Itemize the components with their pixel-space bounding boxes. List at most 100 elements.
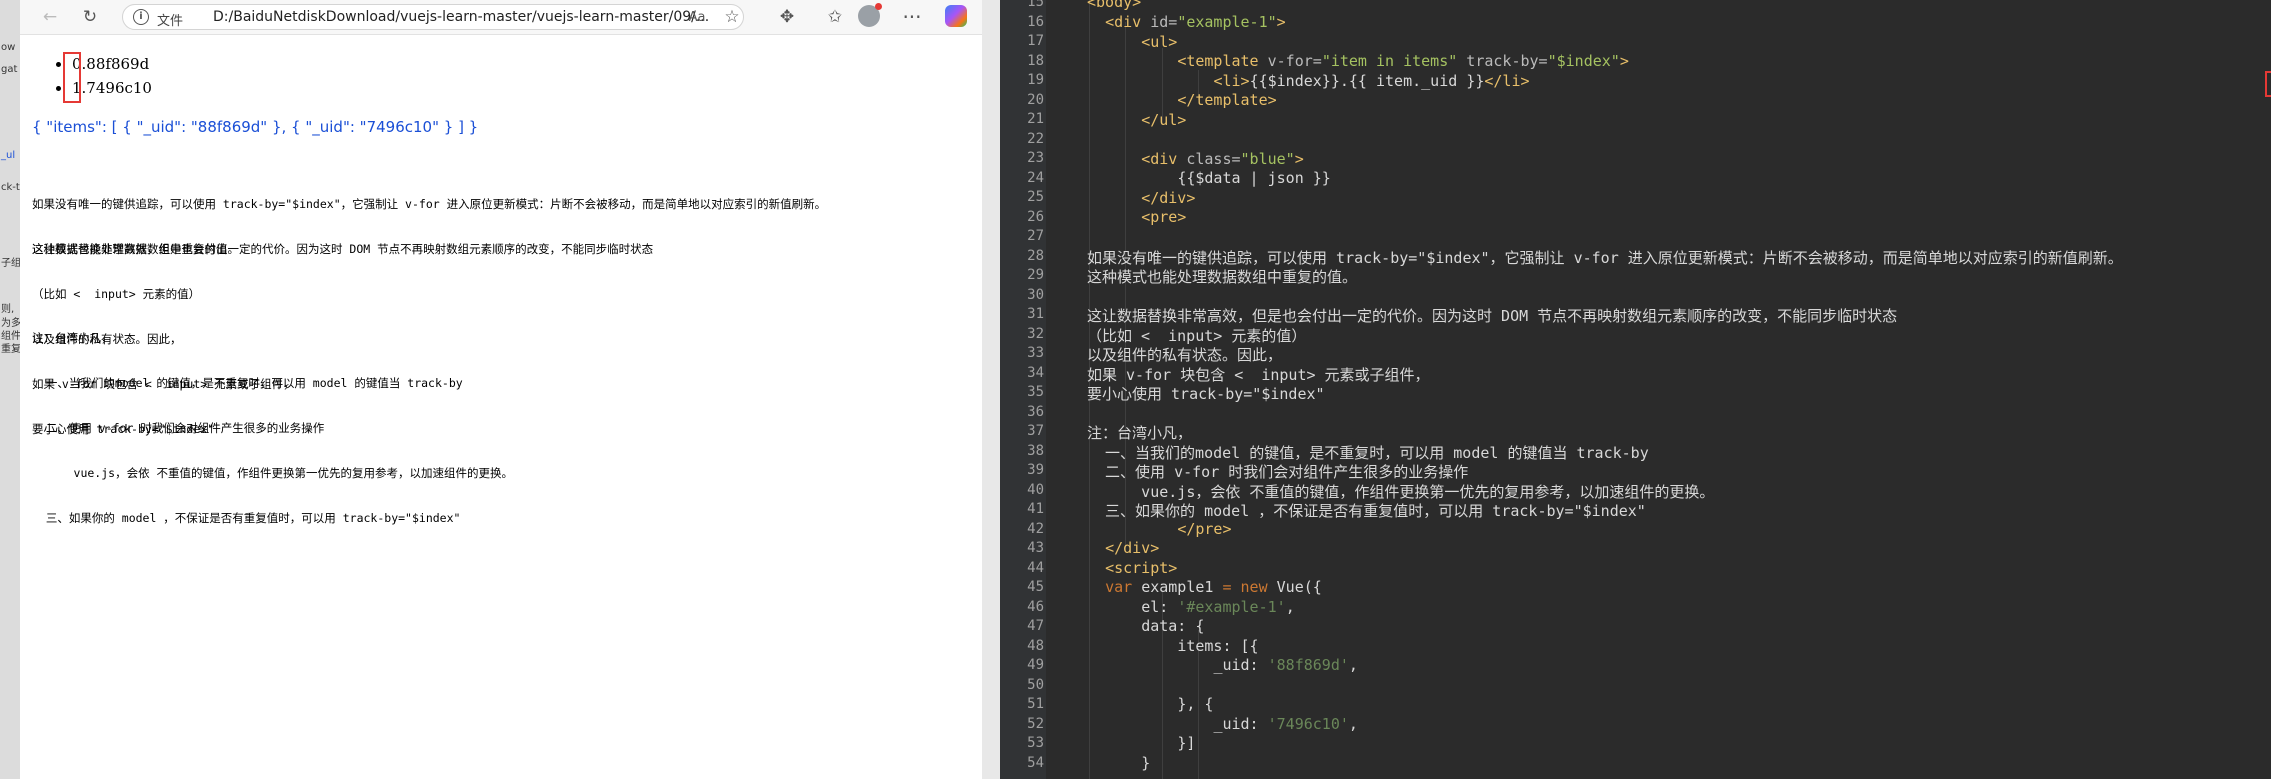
code-token: >	[1619, 52, 1629, 70]
info-icon[interactable]: i	[133, 9, 149, 25]
code-line-34: 如果 v-for 块包含 < input> 元素或子组件，	[1087, 366, 1430, 384]
read-aloud-icon[interactable]: Aa	[685, 5, 709, 29]
line-number: 38	[1027, 442, 1044, 459]
code-token: el:	[1141, 598, 1178, 616]
page-viewport: 0.88f869d 1.7496c10 { "items": [ { "_uid…	[20, 35, 982, 779]
code-token: "item in items"	[1321, 52, 1458, 70]
code-token: "example-1"	[1177, 13, 1277, 31]
code-editor[interactable]: 15 16 17 18 19 20 21 22 23 24 25 26 27 28 29 30 31 32 33 34…	[1000, 0, 2271, 779]
copilot-icon[interactable]	[945, 5, 967, 27]
pre-line: 二、使用 v-for 时我们会对组件产生很多的业务操作	[32, 421, 325, 435]
index-highlight-box	[2265, 71, 2271, 97]
code-token: <div	[1141, 150, 1187, 168]
line-number: 54	[1027, 754, 1044, 771]
line-number: 35	[1027, 384, 1044, 400]
address-bar[interactable]: i 文件 D:/BaiduNetdiskDownload/vuejs-learn…	[122, 4, 744, 30]
code-token: example1	[1141, 578, 1223, 596]
edge-fragment: ow	[1, 42, 16, 53]
code-token: </template>	[1177, 91, 1277, 109]
pre-line: 三、如果你的 model ，不保证是否有重复值时，可以用 track-by="$…	[32, 511, 461, 525]
line-number: 21	[1027, 111, 1044, 127]
profile-icon[interactable]	[858, 3, 882, 27]
code-line-54: }	[1087, 754, 1150, 772]
code-line-28: 如果没有唯一的键供追踪，可以使用 track-by="$index"，它强制让 …	[1087, 249, 2123, 267]
line-number-gutter: 15 16 17 18 19 20 21 22 23 24 25 26 27 28 29 30 31 32 33 34…	[1000, 0, 1046, 779]
line-number: 50	[1027, 676, 1044, 693]
code-token: ,	[1285, 598, 1295, 616]
code-line-45: var example1 = new Vue({	[1087, 578, 1322, 596]
edge-fragment: 子组	[1, 258, 21, 269]
favorite-icon[interactable]: ☆	[720, 5, 744, 29]
code-token: </li>	[1484, 72, 1530, 90]
code-line-43: </div>	[1087, 539, 1159, 557]
code-line-49: _uid: '88f869d',	[1087, 656, 1358, 674]
code-token: new	[1240, 578, 1277, 596]
line-number: 25	[1027, 189, 1044, 205]
code-token: >	[1294, 150, 1304, 168]
code-token: </ul>	[1141, 111, 1187, 129]
line-number: 43	[1027, 540, 1044, 556]
code-token: v-for=	[1267, 52, 1322, 70]
code-line-40: vue.js，会依 不重值的键值，作组件更换第一优先的复用参考，以加速组件的更换…	[1087, 483, 1715, 501]
code-token: var	[1105, 578, 1142, 596]
code-token: {{$index}}.{{ item._uid }}	[1249, 72, 1485, 90]
window-divider	[982, 0, 1000, 779]
code-line-32: （比如 < input> 元素的值）	[1087, 327, 1307, 345]
extensions-icon[interactable]: ✥	[775, 5, 799, 29]
url-text[interactable]: D:/BaiduNetdiskDownload/vuejs-learn-mast…	[213, 9, 709, 25]
address-scheme: 文件	[157, 14, 184, 29]
code-token: data: {	[1141, 617, 1205, 635]
line-number: 34	[1027, 364, 1044, 381]
line-number: 31	[1027, 306, 1044, 322]
line-number: 29	[1027, 267, 1044, 283]
notification-dot	[875, 3, 882, 10]
back-icon[interactable]: ←	[38, 5, 62, 29]
code-line-53: }]	[1087, 734, 1195, 752]
line-number: 36	[1027, 403, 1044, 420]
code-token: track-by=	[1457, 52, 1548, 70]
code-token: <body>	[1087, 0, 1142, 11]
code-token: }	[1141, 754, 1151, 772]
code-line-47: data: {	[1087, 617, 1204, 635]
favorites-bar-icon[interactable]: ✩	[823, 5, 847, 29]
code-line-16: <div id="example-1">	[1087, 13, 1286, 31]
line-number: 47	[1027, 618, 1044, 634]
code-token: '88f869d'	[1267, 656, 1349, 674]
code-token: Vue({	[1276, 578, 1322, 596]
more-icon[interactable]: ···	[900, 5, 924, 29]
refresh-icon[interactable]: ↻	[78, 5, 102, 29]
code-token: ,	[1348, 715, 1358, 733]
code-line-37: 注：台湾小凡，	[1087, 424, 1193, 442]
list-item: 0.88f869d	[72, 52, 152, 76]
code-token: </div>	[1141, 189, 1196, 207]
code-token: <li>	[1213, 72, 1250, 90]
line-number: 23	[1027, 150, 1044, 166]
code-line-26: <pre>	[1087, 208, 1186, 226]
json-output: { "items": [ { "_uid": "88f869d" }, { "_…	[32, 118, 479, 136]
code-line-18: <template v-for="item in items" track-by…	[1087, 52, 1629, 70]
line-number: 45	[1027, 579, 1044, 595]
code-line-39: 二、使用 v-for 时我们会对组件产生很多的业务操作	[1087, 463, 1469, 481]
line-number: 37	[1027, 423, 1044, 439]
code-line-29: 这种模式也能处理数据数组中重复的值。	[1087, 268, 1358, 286]
index-highlight-box	[63, 52, 81, 103]
code-token: '#example-1'	[1177, 598, 1286, 616]
code-token: }]	[1177, 734, 1196, 752]
browser-toolbar: ← ↻ i 文件 D:/BaiduNetdiskDownload/vuejs-l…	[20, 0, 982, 35]
pre-line: 一、当我们的model 的键值，是不重复时，可以用 model 的键值当 tra…	[32, 376, 463, 390]
line-number: 20	[1027, 91, 1044, 108]
edge-fragment: ck-t	[1, 182, 20, 193]
code-token: items: [{	[1177, 637, 1259, 655]
background-window-edge: ow gat _ul ck-t 子组 则, 为多 组件 重复	[0, 0, 21, 779]
code-token: <template	[1177, 52, 1268, 70]
code-line-19: <li>{{$index}}.{{ item._uid }}</li>	[1087, 72, 1530, 90]
code-line-17: <ul>	[1087, 33, 1177, 51]
pre-line: 如果没有唯一的键供追踪，可以使用 track-by="$index"，它强制让 …	[32, 197, 827, 211]
code-token: </div>	[1105, 539, 1160, 557]
code-token: }, {	[1177, 695, 1214, 713]
line-number: 26	[1027, 208, 1044, 225]
code-line-38: 一、当我们的model 的键值，是不重复时，可以用 model 的键值当 tra…	[1087, 444, 1649, 462]
code-line-35: 要小心使用 track-by="$index"	[1087, 385, 1325, 403]
code-token: _uid:	[1213, 656, 1268, 674]
code-line-15: <body>	[1087, 0, 1141, 11]
